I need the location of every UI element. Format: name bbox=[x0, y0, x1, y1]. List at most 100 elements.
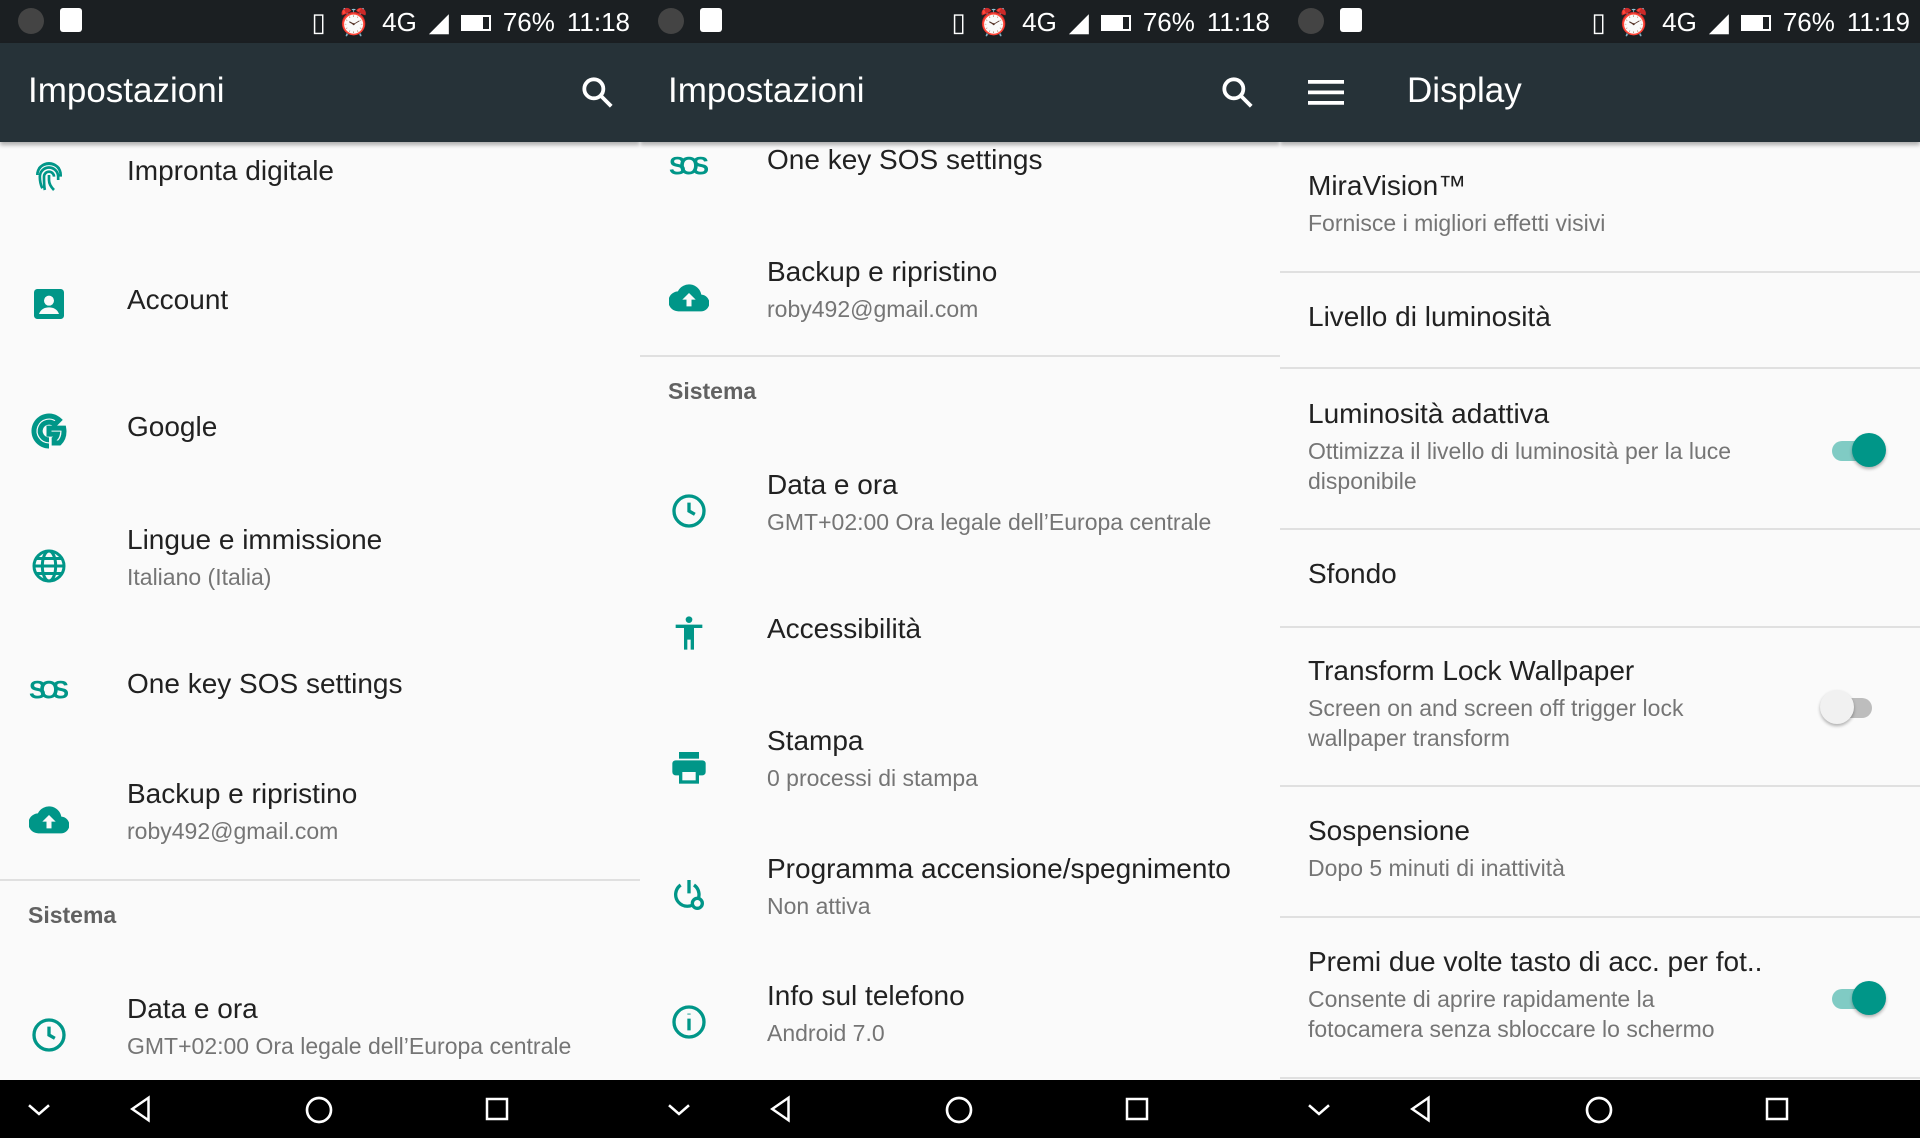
navigation-bar bbox=[0, 1080, 640, 1138]
info-icon bbox=[669, 1002, 709, 1042]
back-button[interactable] bbox=[1406, 1094, 1436, 1124]
navigation-bar bbox=[1280, 1080, 1920, 1138]
back-button[interactable] bbox=[766, 1094, 796, 1124]
status-left-icons bbox=[1298, 8, 1362, 34]
item-title: Luminosità adattiva bbox=[1308, 398, 1550, 429]
status-left-icons bbox=[658, 8, 722, 34]
item-subtitle: 0 processi di stampa bbox=[767, 765, 978, 791]
item-subtitle: Consente di aprire rapidamente la fotoca… bbox=[1308, 986, 1715, 1042]
item-subtitle: Dopo 5 minuti di inattività bbox=[1308, 855, 1565, 881]
signal-icon: ◢ bbox=[1708, 7, 1729, 37]
notification-app-icon bbox=[18, 8, 44, 34]
item-title: Impronta digitale bbox=[127, 155, 335, 186]
item-title: Google bbox=[127, 411, 218, 442]
vibrate-icon: ▯ bbox=[1591, 7, 1606, 37]
battery-percent: 76% bbox=[502, 7, 555, 37]
hide-nav-button[interactable] bbox=[664, 1094, 694, 1124]
settings-panel-3: ▯ ⏰ 4G ◢ 76% 11:19 Display MiraVision™ Fornisce … bbox=[1280, 0, 1920, 1138]
item-title: Stampa bbox=[767, 725, 864, 756]
item-subtitle: Android 7.0 bbox=[767, 1020, 885, 1046]
alarm-icon: ⏰ bbox=[977, 7, 1011, 37]
item-subtitle: Italiano (Italia) bbox=[127, 564, 272, 590]
status-right: ▯ ⏰ 4G ◢ 76% 11:18 bbox=[311, 7, 630, 38]
network-type: 4G bbox=[1662, 7, 1697, 37]
notification-app-icon bbox=[1298, 8, 1324, 34]
settings-panel-1: ▯ ⏰ 4G ◢ 76% 11:18 Impostazioni Impronta digita… bbox=[0, 0, 640, 1138]
item-subtitle: Fornisce i migliori effetti visivi bbox=[1308, 210, 1606, 236]
clock-icon bbox=[669, 491, 709, 531]
signal-icon: ◢ bbox=[428, 7, 449, 37]
account-icon bbox=[29, 284, 69, 324]
item-title: Data e ora bbox=[767, 469, 898, 500]
vibrate-icon: ▯ bbox=[311, 7, 326, 37]
status-right: ▯ ⏰ 4G ◢ 76% 11:18 bbox=[951, 7, 1270, 38]
recents-button[interactable] bbox=[1122, 1094, 1152, 1124]
page-title: Impostazioni bbox=[28, 71, 225, 110]
divider bbox=[1280, 626, 1920, 628]
search-icon[interactable] bbox=[578, 73, 616, 116]
home-button[interactable] bbox=[943, 1094, 975, 1126]
item-title: Sospensione bbox=[1308, 815, 1470, 846]
toggle-switch-on[interactable] bbox=[1828, 978, 1888, 1018]
alarm-icon: ⏰ bbox=[337, 7, 371, 37]
menu-icon[interactable] bbox=[1308, 77, 1344, 112]
item-title: Account bbox=[127, 284, 229, 315]
home-button[interactable] bbox=[1583, 1094, 1615, 1126]
back-button[interactable] bbox=[126, 1094, 156, 1124]
fingerprint-icon bbox=[29, 155, 69, 195]
sos-icon: SOS bbox=[29, 668, 69, 708]
recents-button[interactable] bbox=[1762, 1094, 1792, 1124]
item-title: Data e ora bbox=[127, 993, 258, 1024]
item-title: One key SOS settings bbox=[767, 144, 1043, 175]
hide-nav-button[interactable] bbox=[1304, 1094, 1334, 1124]
divider bbox=[1280, 528, 1920, 530]
google-icon bbox=[29, 411, 69, 451]
item-title: Sfondo bbox=[1308, 558, 1397, 589]
svg-text:SOS: SOS bbox=[29, 677, 69, 705]
recents-button[interactable] bbox=[482, 1094, 512, 1124]
clock: 11:19 bbox=[1846, 7, 1910, 37]
printer-icon bbox=[669, 747, 709, 787]
divider bbox=[1280, 916, 1920, 918]
home-button[interactable] bbox=[303, 1094, 335, 1126]
item-title: Lingue e immissione bbox=[127, 524, 383, 555]
search-icon[interactable] bbox=[1218, 73, 1256, 116]
network-type: 4G bbox=[1022, 7, 1057, 37]
status-bar: ▯ ⏰ 4G ◢ 76% 11:18 bbox=[640, 0, 1280, 43]
app-bar: Impostazioni bbox=[0, 43, 640, 142]
sos-icon: SOS bbox=[669, 144, 709, 184]
divider bbox=[1280, 271, 1920, 273]
status-bar: ▯ ⏰ 4G ◢ 76% 11:18 bbox=[0, 0, 640, 43]
settings-panel-2: ▯ ⏰ 4G ◢ 76% 11:18 Impostazioni SOS One key SOS … bbox=[640, 0, 1280, 1138]
divider bbox=[1280, 1077, 1920, 1079]
navigation-bar bbox=[640, 1080, 1280, 1138]
cloud-upload-icon bbox=[668, 278, 710, 318]
status-left-icons bbox=[18, 8, 82, 34]
clock-icon bbox=[29, 1015, 69, 1055]
item-title: Transform Lock Wallpaper bbox=[1308, 655, 1635, 686]
image-notification-icon bbox=[1340, 8, 1362, 32]
image-notification-icon bbox=[60, 8, 82, 32]
globe-icon bbox=[29, 546, 69, 586]
clock: 11:18 bbox=[1206, 7, 1270, 37]
page-title: Impostazioni bbox=[668, 71, 865, 110]
image-notification-icon bbox=[700, 8, 722, 32]
status-bar: ▯ ⏰ 4G ◢ 76% 11:19 bbox=[1280, 0, 1920, 43]
item-title: Backup e ripristino bbox=[127, 778, 358, 809]
notification-app-icon bbox=[658, 8, 684, 34]
toggle-switch-on[interactable] bbox=[1828, 430, 1888, 470]
item-title: One key SOS settings bbox=[127, 668, 403, 699]
divider bbox=[1280, 785, 1920, 787]
battery-percent: 76% bbox=[1142, 7, 1195, 37]
item-subtitle: Screen on and screen off trigger lock wa… bbox=[1308, 695, 1684, 751]
item-subtitle: Non attiva bbox=[767, 893, 871, 919]
app-bar: Impostazioni bbox=[640, 43, 1280, 142]
divider bbox=[640, 355, 1280, 357]
signal-icon: ◢ bbox=[1068, 7, 1089, 37]
item-subtitle: Ottimizza il livello di luminosità per l… bbox=[1308, 438, 1732, 494]
accessibility-icon bbox=[669, 613, 709, 653]
battery-percent: 76% bbox=[1782, 7, 1835, 37]
hide-nav-button[interactable] bbox=[24, 1094, 54, 1124]
item-title: Info sul telefono bbox=[767, 980, 965, 1011]
toggle-switch-off[interactable] bbox=[1820, 687, 1880, 727]
